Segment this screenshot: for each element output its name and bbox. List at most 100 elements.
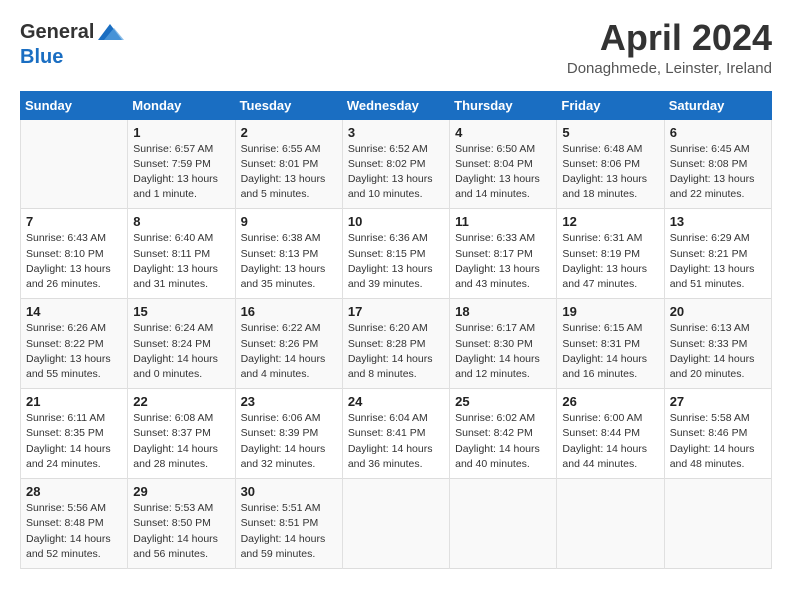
- day-info: Sunrise: 6:29 AMSunset: 8:21 PMDaylight:…: [670, 231, 766, 292]
- day-number: 27: [670, 394, 766, 409]
- calendar-cell: 3 Sunrise: 6:52 AMSunset: 8:02 PMDaylight…: [342, 119, 449, 209]
- day-info: Sunrise: 6:04 AMSunset: 8:41 PMDaylight:…: [348, 411, 444, 472]
- calendar-cell: 25Sunrise: 6:02 AMSunset: 8:42 PMDayligh…: [450, 389, 557, 479]
- day-number: 19: [562, 304, 658, 319]
- calendar-cell: [450, 479, 557, 569]
- day-number: 29: [133, 484, 229, 499]
- calendar-cell: 8 Sunrise: 6:40 AMSunset: 8:11 PMDaylight…: [128, 209, 235, 299]
- day-info: Sunrise: 6:52 AMSunset: 8:02 PMDaylight:…: [348, 142, 444, 203]
- calendar-cell: 9 Sunrise: 6:38 AMSunset: 8:13 PMDaylight…: [235, 209, 342, 299]
- day-info: Sunrise: 6:26 AMSunset: 8:22 PMDaylight:…: [26, 321, 122, 382]
- day-number: 2: [241, 125, 337, 140]
- calendar-week-row: 14 Sunrise: 6:26 AMSunset: 8:22 PMDayligh…: [21, 299, 772, 389]
- day-info: Sunrise: 6:36 AMSunset: 8:15 PMDaylight:…: [348, 231, 444, 292]
- column-header-tuesday: Tuesday: [235, 91, 342, 119]
- calendar-cell: 18 Sunrise: 6:17 AMSunset: 8:30 PMDayligh…: [450, 299, 557, 389]
- day-number: 1: [133, 125, 229, 140]
- day-number: 12: [562, 214, 658, 229]
- day-number: 28: [26, 484, 122, 499]
- day-info: Sunrise: 5:51 AMSunset: 8:51 PMDaylight:…: [241, 501, 337, 562]
- day-info: Sunrise: 6:38 AMSunset: 8:13 PMDaylight:…: [241, 231, 337, 292]
- column-header-saturday: Saturday: [664, 91, 771, 119]
- column-header-monday: Monday: [128, 91, 235, 119]
- column-header-friday: Friday: [557, 91, 664, 119]
- day-number: 15: [133, 304, 229, 319]
- calendar-cell: 24Sunrise: 6:04 AMSunset: 8:41 PMDayligh…: [342, 389, 449, 479]
- calendar-week-row: 28Sunrise: 5:56 AMSunset: 8:48 PMDayligh…: [21, 479, 772, 569]
- title-block: April 2024 Donaghmede, Leinster, Ireland: [567, 18, 772, 77]
- logo-icon: [96, 18, 124, 46]
- day-number: 17: [348, 304, 444, 319]
- calendar-cell: 26 Sunrise: 6:00 AMSunset: 8:44 PMDayligh…: [557, 389, 664, 479]
- day-number: 23: [241, 394, 337, 409]
- day-number: 8: [133, 214, 229, 229]
- calendar-cell: 11 Sunrise: 6:33 AMSunset: 8:17 PMDayligh…: [450, 209, 557, 299]
- day-number: 11: [455, 214, 551, 229]
- day-number: 7: [26, 214, 122, 229]
- calendar-cell: 28Sunrise: 5:56 AMSunset: 8:48 PMDayligh…: [21, 479, 128, 569]
- calendar-cell: 19 Sunrise: 6:15 AMSunset: 8:31 PMDayligh…: [557, 299, 664, 389]
- day-number: 20: [670, 304, 766, 319]
- logo-general-text: General: [20, 21, 94, 44]
- day-number: 10: [348, 214, 444, 229]
- calendar-cell: [21, 119, 128, 209]
- calendar-cell: 10 Sunrise: 6:36 AMSunset: 8:15 PMDayligh…: [342, 209, 449, 299]
- calendar-cell: 14 Sunrise: 6:26 AMSunset: 8:22 PMDayligh…: [21, 299, 128, 389]
- calendar-cell: 17Sunrise: 6:20 AMSunset: 8:28 PMDayligh…: [342, 299, 449, 389]
- day-info: Sunrise: 6:11 AMSunset: 8:35 PMDaylight:…: [26, 411, 122, 472]
- day-number: 14: [26, 304, 122, 319]
- day-info: Sunrise: 6:06 AMSunset: 8:39 PMDaylight:…: [241, 411, 337, 472]
- calendar-cell: [342, 479, 449, 569]
- day-number: 5: [562, 125, 658, 140]
- calendar-cell: 2Sunrise: 6:55 AMSunset: 8:01 PMDaylight…: [235, 119, 342, 209]
- day-number: 13: [670, 214, 766, 229]
- calendar-header-row: SundayMondayTuesdayWednesdayThursdayFrid…: [21, 91, 772, 119]
- calendar-cell: 30Sunrise: 5:51 AMSunset: 8:51 PMDayligh…: [235, 479, 342, 569]
- day-number: 9: [241, 214, 337, 229]
- day-info: Sunrise: 6:33 AMSunset: 8:17 PMDaylight:…: [455, 231, 551, 292]
- header: General Blue April 2024 Donaghmede, Lein…: [0, 0, 792, 83]
- day-info: Sunrise: 5:53 AMSunset: 8:50 PMDaylight:…: [133, 501, 229, 562]
- day-info: Sunrise: 6:17 AMSunset: 8:30 PMDaylight:…: [455, 321, 551, 382]
- day-info: Sunrise: 6:31 AMSunset: 8:19 PMDaylight:…: [562, 231, 658, 292]
- day-number: 26: [562, 394, 658, 409]
- day-number: 18: [455, 304, 551, 319]
- day-info: Sunrise: 6:40 AMSunset: 8:11 PMDaylight:…: [133, 231, 229, 292]
- calendar-cell: 13 Sunrise: 6:29 AMSunset: 8:21 PMDayligh…: [664, 209, 771, 299]
- day-number: 25: [455, 394, 551, 409]
- calendar-cell: 15 Sunrise: 6:24 AMSunset: 8:24 PMDayligh…: [128, 299, 235, 389]
- day-number: 3: [348, 125, 444, 140]
- column-header-wednesday: Wednesday: [342, 91, 449, 119]
- column-header-sunday: Sunday: [21, 91, 128, 119]
- calendar-cell: 21 Sunrise: 6:11 AMSunset: 8:35 PMDayligh…: [21, 389, 128, 479]
- calendar-cell: 23 Sunrise: 6:06 AMSunset: 8:39 PMDayligh…: [235, 389, 342, 479]
- logo: General Blue: [20, 18, 124, 69]
- day-number: 16: [241, 304, 337, 319]
- day-info: Sunrise: 6:43 AMSunset: 8:10 PMDaylight:…: [26, 231, 122, 292]
- calendar-cell: 5Sunrise: 6:48 AMSunset: 8:06 PMDaylight…: [557, 119, 664, 209]
- page: General Blue April 2024 Donaghmede, Lein…: [0, 0, 792, 612]
- day-info: Sunrise: 6:15 AMSunset: 8:31 PMDaylight:…: [562, 321, 658, 382]
- day-info: Sunrise: 6:00 AMSunset: 8:44 PMDaylight:…: [562, 411, 658, 472]
- location: Donaghmede, Leinster, Ireland: [567, 60, 772, 77]
- day-number: 6: [670, 125, 766, 140]
- day-number: 22: [133, 394, 229, 409]
- calendar: SundayMondayTuesdayWednesdayThursdayFrid…: [20, 91, 772, 569]
- day-info: Sunrise: 6:22 AMSunset: 8:26 PMDaylight:…: [241, 321, 337, 382]
- calendar-cell: 20Sunrise: 6:13 AMSunset: 8:33 PMDayligh…: [664, 299, 771, 389]
- day-number: 4: [455, 125, 551, 140]
- calendar-cell: 4 Sunrise: 6:50 AMSunset: 8:04 PMDaylight…: [450, 119, 557, 209]
- calendar-cell: 6 Sunrise: 6:45 AMSunset: 8:08 PMDaylight…: [664, 119, 771, 209]
- day-info: Sunrise: 6:45 AMSunset: 8:08 PMDaylight:…: [670, 142, 766, 203]
- calendar-cell: [664, 479, 771, 569]
- day-info: Sunrise: 6:24 AMSunset: 8:24 PMDaylight:…: [133, 321, 229, 382]
- column-header-thursday: Thursday: [450, 91, 557, 119]
- calendar-cell: 27Sunrise: 5:58 AMSunset: 8:46 PMDayligh…: [664, 389, 771, 479]
- day-number: 21: [26, 394, 122, 409]
- day-info: Sunrise: 6:50 AMSunset: 8:04 PMDaylight:…: [455, 142, 551, 203]
- calendar-cell: 1 Sunrise: 6:57 AMSunset: 7:59 PMDaylight…: [128, 119, 235, 209]
- calendar-cell: 29 Sunrise: 5:53 AMSunset: 8:50 PMDayligh…: [128, 479, 235, 569]
- day-info: Sunrise: 6:08 AMSunset: 8:37 PMDaylight:…: [133, 411, 229, 472]
- day-info: Sunrise: 6:57 AMSunset: 7:59 PMDaylight:…: [133, 142, 229, 203]
- month-title: April 2024: [567, 18, 772, 58]
